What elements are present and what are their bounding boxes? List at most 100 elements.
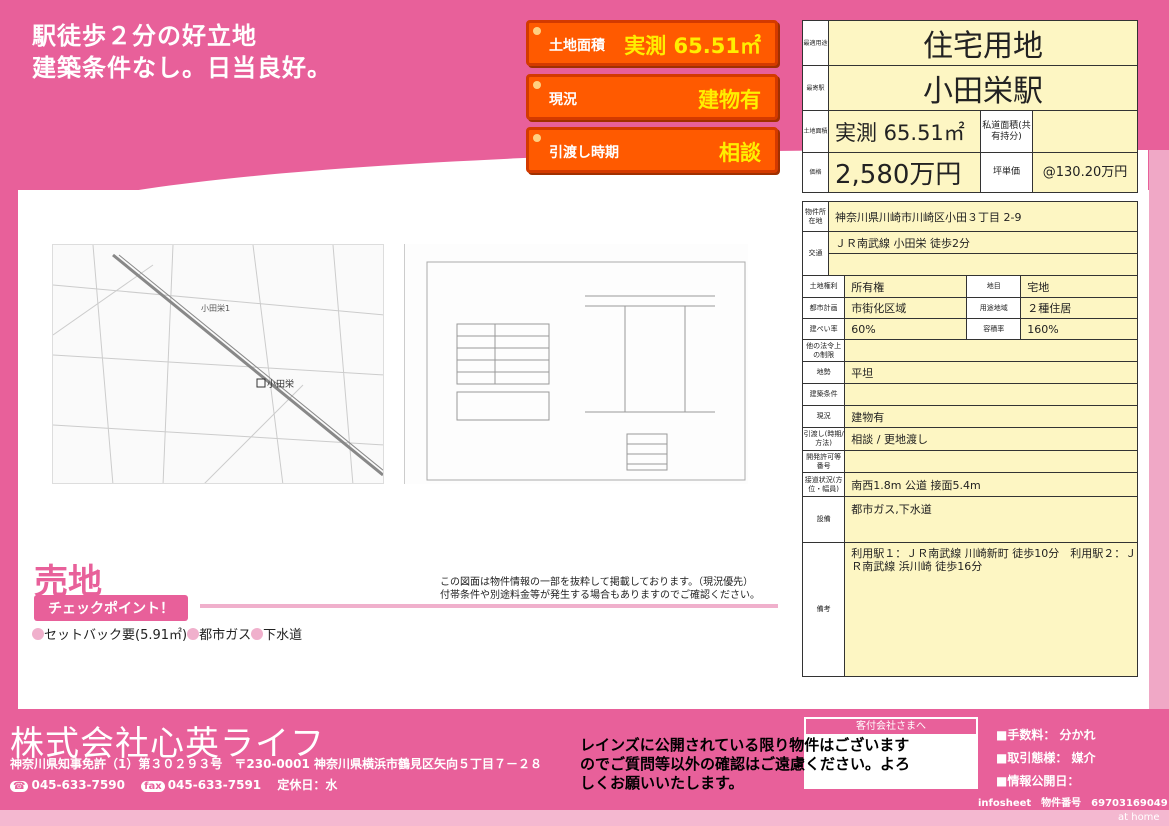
bcr-label: 建ぺい率 xyxy=(801,318,846,340)
area-map: 小田栄 小田栄1 xyxy=(52,244,384,484)
infosheet: infosheet 物件番号 69703169049 xyxy=(978,798,1168,809)
unit-price-value: @130.20万円 xyxy=(1032,152,1138,193)
left-border xyxy=(0,150,18,710)
zone-label: 用途地域 xyxy=(966,297,1022,319)
publish-date: ■情報公開日： xyxy=(996,774,1080,788)
license-number: 神奈川県知事免許（1）第３０２９３号 xyxy=(10,757,223,771)
badge-label: 現況 xyxy=(549,92,577,108)
terrain-value: 平坦 xyxy=(844,361,1138,384)
private-road-label: 私道面積(共有持分) xyxy=(980,110,1033,153)
badge-handover: 引渡し時期 相談 xyxy=(526,127,778,173)
agent-box-title: 客付会社さまへ xyxy=(806,719,976,734)
catch-line-1: 駅徒歩２分の好立地 xyxy=(32,22,257,50)
private-road-value xyxy=(1032,110,1138,153)
landcat-label: 地目 xyxy=(966,275,1022,298)
deal-type: ■取引態様： 媒介 xyxy=(996,751,1096,765)
price-label: 価格 xyxy=(802,152,829,193)
point-item: 下水道 xyxy=(263,628,303,643)
bullet-icon xyxy=(32,628,44,640)
catch-line-2: 建築条件なし。日当良好。 xyxy=(32,54,332,82)
handover-label: 引渡し(時期/方法) xyxy=(801,427,846,451)
traffic-value: ＪＲ南武線 小田栄 徒歩2分 xyxy=(828,231,1138,254)
point-item: セットバック要(5.91㎡) xyxy=(44,628,188,643)
summary-table: 最適用途 住宅用地 最寄駅 小田栄駅 土地面積 実測 65.51㎡ 私道面積(共… xyxy=(802,20,1138,193)
badge-land-area: 土地面積 実測 65.51㎡ xyxy=(526,20,778,66)
fax-icon: fax xyxy=(141,781,165,792)
station-value: 小田栄駅 xyxy=(828,65,1138,111)
terms: ■手数料： 分かれ ■取引態様： 媒介 ■情報公開日： xyxy=(996,724,1096,793)
bullet-icon xyxy=(251,628,264,640)
badge-status: 現況 建物有 xyxy=(526,74,778,120)
far-label: 容積率 xyxy=(966,318,1022,340)
sparkle-icon xyxy=(533,27,541,35)
dev-value xyxy=(844,450,1138,473)
use-value: 住宅用地 xyxy=(828,20,1138,66)
map-station-label: 小田栄 xyxy=(267,378,294,390)
fee: ■手数料： 分かれ xyxy=(996,728,1096,742)
phone-number[interactable]: 045-633-7590 xyxy=(31,778,124,792)
dev-label: 開発許可等番号 xyxy=(801,450,846,473)
price-value: 2,580万円 xyxy=(828,152,981,193)
badge-label: 引渡し時期 xyxy=(549,145,619,161)
contact-line: ☎ 045-633-7590 fax 045-633-7591 定休日：水 xyxy=(10,776,337,793)
cond-label: 建築条件 xyxy=(801,383,846,406)
road-label: 接道状況(方位・幅員) xyxy=(801,472,846,497)
traffic-value-2 xyxy=(828,253,1138,276)
remarks-value: 利用駅１：ＪＲ南武線 川崎新町 徒歩10分 利用駅２：ＪＲ南武線 浜川崎 徒歩1… xyxy=(844,542,1138,677)
cond-value xyxy=(844,383,1138,406)
fax-number: 045-633-7591 xyxy=(167,778,262,792)
plan-drawing xyxy=(426,261,746,481)
badge-value: 建物有 xyxy=(698,88,761,112)
landcat-value: 宅地 xyxy=(1020,275,1138,298)
checkpoint-list: セットバック要(5.91㎡) 都市ガス 下水道 xyxy=(32,624,302,643)
plan-label: 都市計画 xyxy=(801,297,846,319)
other-value xyxy=(844,339,1138,362)
holiday: 定休日：水 xyxy=(277,778,338,792)
phone-icon: ☎ xyxy=(10,781,29,792)
status-label: 現況 xyxy=(801,405,846,428)
plan-value: 市街化区域 xyxy=(844,297,968,319)
map-drawing: 小田栄 小田栄1 xyxy=(53,245,383,483)
other-label: 他の法令上の制限 xyxy=(801,339,846,362)
traffic-label: 交通 xyxy=(802,231,829,276)
handover-value: 相談 / 更地渡し xyxy=(844,427,1138,451)
divider xyxy=(200,604,778,608)
athome-logo: at home xyxy=(1118,812,1160,823)
map-area-label: 小田栄1 xyxy=(201,303,230,313)
address-label: 物件所在地 xyxy=(802,201,829,232)
disclaimer-line-2: 付帯条件や別途料金等が発生する場合もありますのでご確認ください。 xyxy=(440,590,760,601)
disclaimer: この図面は物件情報の一部を抜粋して掲載しております。（現況優先） 付帯条件や別途… xyxy=(440,576,760,602)
sparkle-icon xyxy=(533,81,541,89)
far-value: 160% xyxy=(1020,318,1138,340)
badge-value: 相談 xyxy=(719,141,761,165)
right-border xyxy=(1149,150,1169,710)
detail-table: 物件所在地 神奈川県川崎市川崎区小田３丁目 2-9 交通 ＪＲ南武線 小田栄 徒… xyxy=(801,201,1138,677)
zone-value: ２種住居 xyxy=(1020,297,1138,319)
sparkle-icon xyxy=(533,134,541,142)
remarks-label: 備考 xyxy=(801,542,846,677)
reins-notice: レインズに公開されている限り物件はございますのでご質問等以外の確認はご遠慮くださ… xyxy=(580,736,911,792)
area-value: 実測 65.51㎡ xyxy=(828,110,981,153)
unit-price-label: 坪単価 xyxy=(980,152,1033,193)
checkpoint-heading: チェックポイント！ xyxy=(34,595,188,621)
station-label: 最寄駅 xyxy=(802,65,829,111)
facility-label: 設備 xyxy=(801,496,846,543)
use-label: 最適用途 xyxy=(802,20,829,66)
address: 〒230-0001 神奈川県横浜市鶴見区矢向５丁目７－２８ xyxy=(234,757,542,771)
status-value: 建物有 xyxy=(844,405,1138,428)
badge-value: 実測 65.51㎡ xyxy=(624,34,761,58)
footer-strip xyxy=(0,810,1169,826)
badge-label: 土地面積 xyxy=(549,38,605,54)
address-value: 神奈川県川崎市川崎区小田３丁目 2-9 xyxy=(828,201,1138,232)
terrain-label: 地勢 xyxy=(801,361,846,384)
rights-value: 所有権 xyxy=(844,275,968,298)
bcr-value: 60% xyxy=(844,318,968,340)
disclaimer-line-1: この図面は物件情報の一部を抜粋して掲載しております。（現況優先） xyxy=(440,577,754,588)
point-item: 都市ガス xyxy=(199,628,252,643)
bullet-icon xyxy=(187,628,200,640)
site-plan xyxy=(404,244,748,484)
rights-label: 土地権利 xyxy=(801,275,846,298)
company-address: 神奈川県知事免許（1）第３０２９３号 〒230-0001 神奈川県横浜市鶴見区矢… xyxy=(10,755,542,772)
road-value: 南西1.8m 公道 接面5.4m xyxy=(844,472,1138,497)
catch-copy: 駅徒歩２分の好立地 建築条件なし。日当良好。 xyxy=(32,20,332,84)
